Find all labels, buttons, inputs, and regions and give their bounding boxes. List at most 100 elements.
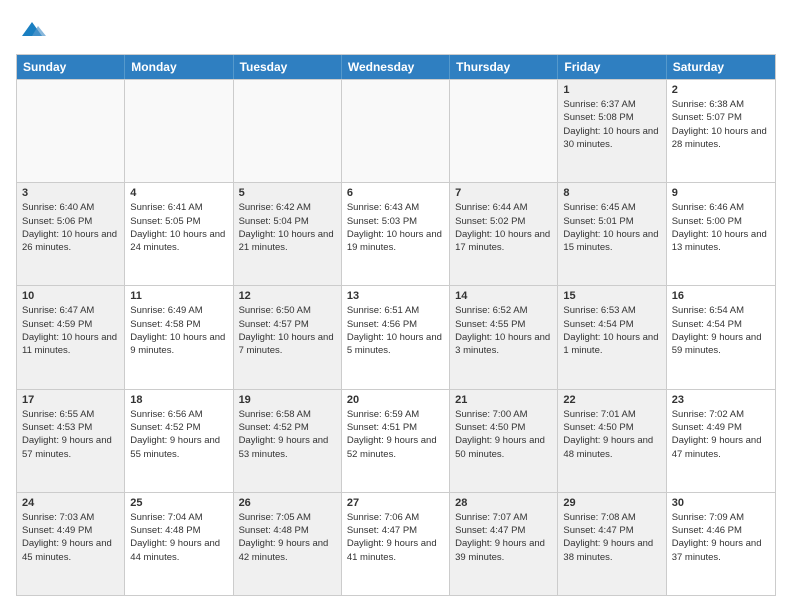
day-header-friday: Friday: [558, 55, 666, 79]
day-info: Sunrise: 7:05 AM Sunset: 4:48 PM Dayligh…: [239, 511, 336, 564]
day-number: 10: [22, 290, 119, 302]
day-info: Sunrise: 6:52 AM Sunset: 4:55 PM Dayligh…: [455, 304, 552, 357]
day-number: 13: [347, 290, 444, 302]
day-number: 18: [130, 394, 227, 406]
day-number: 4: [130, 187, 227, 199]
day-info: Sunrise: 6:50 AM Sunset: 4:57 PM Dayligh…: [239, 304, 336, 357]
calendar-cell: 23 Sunrise: 7:02 AM Sunset: 4:49 PM Dayli…: [667, 390, 775, 492]
day-info: Sunrise: 7:08 AM Sunset: 4:47 PM Dayligh…: [563, 511, 660, 564]
day-number: 5: [239, 187, 336, 199]
day-number: 3: [22, 187, 119, 199]
calendar-cell: 14Sunrise: 6:52 AM Sunset: 4:55 PM Dayli…: [450, 286, 558, 388]
calendar-cell: 4 Sunrise: 6:41 AM Sunset: 5:05 PM Daylig…: [125, 183, 233, 285]
logo: [16, 16, 46, 44]
calendar-cell: [17, 80, 125, 182]
calendar-cell: 16 Sunrise: 6:54 AM Sunset: 4:54 PM Dayli…: [667, 286, 775, 388]
calendar-cell: 27 Sunrise: 7:06 AM Sunset: 4:47 PM Dayli…: [342, 493, 450, 595]
day-info: Sunrise: 6:43 AM Sunset: 5:03 PM Dayligh…: [347, 201, 444, 254]
day-info: Sunrise: 6:53 AM Sunset: 4:54 PM Dayligh…: [563, 304, 660, 357]
calendar-cell: 1 Sunrise: 6:37 AM Sunset: 5:08 PM Daylig…: [558, 80, 666, 182]
logo-icon: [18, 16, 46, 44]
day-info: Sunrise: 7:03 AM Sunset: 4:49 PM Dayligh…: [22, 511, 119, 564]
calendar-cell: 22 Sunrise: 7:01 AM Sunset: 4:50 PM Dayli…: [558, 390, 666, 492]
calendar-cell: 28 Sunrise: 7:07 AM Sunset: 4:47 PM Dayli…: [450, 493, 558, 595]
calendar-cell: 10 Sunrise: 6:47 AM Sunset: 4:59 PM Dayli…: [17, 286, 125, 388]
day-info: Sunrise: 7:02 AM Sunset: 4:49 PM Dayligh…: [672, 408, 770, 461]
calendar-row-2: 3 Sunrise: 6:40 AM Sunset: 5:06 PM Daylig…: [17, 182, 775, 285]
day-number: 12: [239, 290, 336, 302]
calendar-cell: [234, 80, 342, 182]
calendar-cell: 21 Sunrise: 7:00 AM Sunset: 4:50 PM Dayli…: [450, 390, 558, 492]
calendar-row-4: 17 Sunrise: 6:55 AM Sunset: 4:53 PM Dayli…: [17, 389, 775, 492]
calendar: SundayMondayTuesdayWednesdayThursdayFrid…: [16, 54, 776, 596]
day-info: Sunrise: 6:37 AM Sunset: 5:08 PM Dayligh…: [563, 98, 660, 151]
calendar-cell: 2 Sunrise: 6:38 AM Sunset: 5:07 PM Daylig…: [667, 80, 775, 182]
day-number: 25: [130, 497, 227, 509]
day-info: Sunrise: 6:40 AM Sunset: 5:06 PM Dayligh…: [22, 201, 119, 254]
day-info: Sunrise: 7:04 AM Sunset: 4:48 PM Dayligh…: [130, 511, 227, 564]
calendar-cell: 24 Sunrise: 7:03 AM Sunset: 4:49 PM Dayli…: [17, 493, 125, 595]
day-header-saturday: Saturday: [667, 55, 775, 79]
header: [16, 16, 776, 44]
calendar-cell: 6 Sunrise: 6:43 AM Sunset: 5:03 PM Daylig…: [342, 183, 450, 285]
calendar-cell: 9Sunrise: 6:46 AM Sunset: 5:00 PM Daylig…: [667, 183, 775, 285]
calendar-header: SundayMondayTuesdayWednesdayThursdayFrid…: [17, 55, 775, 79]
day-info: Sunrise: 6:49 AM Sunset: 4:58 PM Dayligh…: [130, 304, 227, 357]
day-number: 24: [22, 497, 119, 509]
day-number: 16: [672, 290, 770, 302]
day-info: Sunrise: 6:41 AM Sunset: 5:05 PM Dayligh…: [130, 201, 227, 254]
day-info: Sunrise: 7:06 AM Sunset: 4:47 PM Dayligh…: [347, 511, 444, 564]
day-info: Sunrise: 6:45 AM Sunset: 5:01 PM Dayligh…: [563, 201, 660, 254]
calendar-cell: 3 Sunrise: 6:40 AM Sunset: 5:06 PM Daylig…: [17, 183, 125, 285]
day-info: Sunrise: 7:01 AM Sunset: 4:50 PM Dayligh…: [563, 408, 660, 461]
calendar-cell: 13Sunrise: 6:51 AM Sunset: 4:56 PM Dayli…: [342, 286, 450, 388]
calendar-cell: 17 Sunrise: 6:55 AM Sunset: 4:53 PM Dayli…: [17, 390, 125, 492]
day-info: Sunrise: 6:38 AM Sunset: 5:07 PM Dayligh…: [672, 98, 770, 151]
calendar-cell: 7 Sunrise: 6:44 AM Sunset: 5:02 PM Daylig…: [450, 183, 558, 285]
day-header-thursday: Thursday: [450, 55, 558, 79]
calendar-cell: 26 Sunrise: 7:05 AM Sunset: 4:48 PM Dayli…: [234, 493, 342, 595]
calendar-cell: 5Sunrise: 6:42 AM Sunset: 5:04 PM Daylig…: [234, 183, 342, 285]
calendar-body: 1 Sunrise: 6:37 AM Sunset: 5:08 PM Daylig…: [17, 79, 775, 595]
calendar-cell: 15 Sunrise: 6:53 AM Sunset: 4:54 PM Dayli…: [558, 286, 666, 388]
day-number: 15: [563, 290, 660, 302]
day-header-wednesday: Wednesday: [342, 55, 450, 79]
day-info: Sunrise: 6:56 AM Sunset: 4:52 PM Dayligh…: [130, 408, 227, 461]
calendar-cell: 11Sunrise: 6:49 AM Sunset: 4:58 PM Dayli…: [125, 286, 233, 388]
day-info: Sunrise: 6:44 AM Sunset: 5:02 PM Dayligh…: [455, 201, 552, 254]
calendar-cell: 20Sunrise: 6:59 AM Sunset: 4:51 PM Dayli…: [342, 390, 450, 492]
calendar-cell: 30Sunrise: 7:09 AM Sunset: 4:46 PM Dayli…: [667, 493, 775, 595]
day-info: Sunrise: 6:59 AM Sunset: 4:51 PM Dayligh…: [347, 408, 444, 461]
calendar-row-5: 24 Sunrise: 7:03 AM Sunset: 4:49 PM Dayli…: [17, 492, 775, 595]
day-number: 28: [455, 497, 552, 509]
day-info: Sunrise: 7:07 AM Sunset: 4:47 PM Dayligh…: [455, 511, 552, 564]
calendar-cell: [342, 80, 450, 182]
day-number: 8: [563, 187, 660, 199]
calendar-cell: 8 Sunrise: 6:45 AM Sunset: 5:01 PM Daylig…: [558, 183, 666, 285]
day-info: Sunrise: 6:47 AM Sunset: 4:59 PM Dayligh…: [22, 304, 119, 357]
calendar-cell: 29 Sunrise: 7:08 AM Sunset: 4:47 PM Dayli…: [558, 493, 666, 595]
calendar-cell: 25 Sunrise: 7:04 AM Sunset: 4:48 PM Dayli…: [125, 493, 233, 595]
day-number: 1: [563, 84, 660, 96]
day-number: 2: [672, 84, 770, 96]
day-number: 17: [22, 394, 119, 406]
day-number: 23: [672, 394, 770, 406]
day-number: 21: [455, 394, 552, 406]
day-info: Sunrise: 7:00 AM Sunset: 4:50 PM Dayligh…: [455, 408, 552, 461]
day-header-tuesday: Tuesday: [234, 55, 342, 79]
day-number: 7: [455, 187, 552, 199]
day-info: Sunrise: 6:54 AM Sunset: 4:54 PM Dayligh…: [672, 304, 770, 357]
day-number: 22: [563, 394, 660, 406]
calendar-cell: [125, 80, 233, 182]
day-number: 6: [347, 187, 444, 199]
day-number: 29: [563, 497, 660, 509]
day-info: Sunrise: 6:58 AM Sunset: 4:52 PM Dayligh…: [239, 408, 336, 461]
calendar-cell: 19Sunrise: 6:58 AM Sunset: 4:52 PM Dayli…: [234, 390, 342, 492]
day-number: 27: [347, 497, 444, 509]
day-number: 9: [672, 187, 770, 199]
day-number: 26: [239, 497, 336, 509]
calendar-cell: 18 Sunrise: 6:56 AM Sunset: 4:52 PM Dayli…: [125, 390, 233, 492]
day-info: Sunrise: 6:55 AM Sunset: 4:53 PM Dayligh…: [22, 408, 119, 461]
calendar-row-1: 1 Sunrise: 6:37 AM Sunset: 5:08 PM Daylig…: [17, 79, 775, 182]
calendar-cell: 12 Sunrise: 6:50 AM Sunset: 4:57 PM Dayli…: [234, 286, 342, 388]
